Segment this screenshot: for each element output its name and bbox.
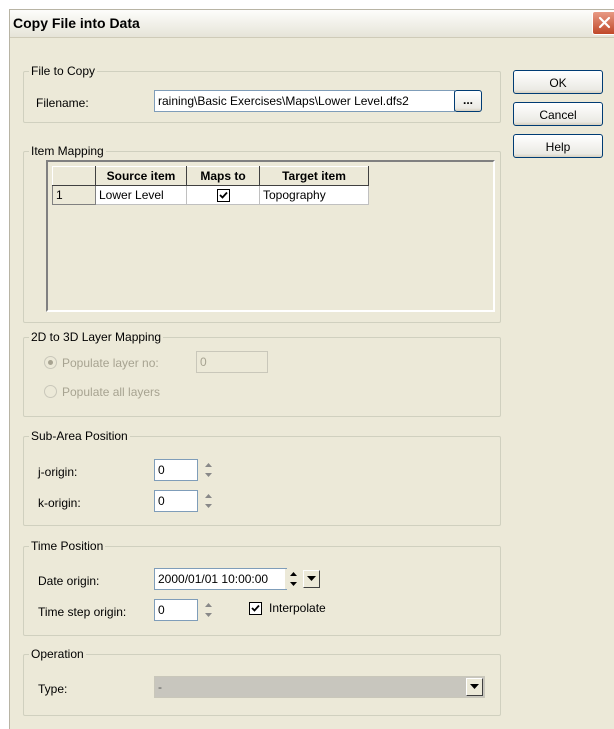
browse-button[interactable]: ... [454,90,482,112]
spin-up-icon [205,603,212,607]
filename-input[interactable]: raining\Basic Exercises\Maps\Lower Level… [154,90,455,112]
interpolate-label: Interpolate [269,601,326,615]
time-step-down[interactable] [200,610,217,620]
grid-corner-header [52,166,96,186]
close-icon [598,16,611,29]
time-position-legend: Time Position [31,539,104,553]
date-origin-up[interactable] [285,569,302,579]
j-origin-up[interactable] [200,460,217,470]
time-step-spinner[interactable] [200,600,217,620]
j-origin-input[interactable]: 0 [154,459,198,481]
checkmark-icon [251,604,260,612]
spin-down-icon [205,504,212,508]
spin-down-icon [205,473,212,477]
target-item-cell[interactable]: Topography [259,185,369,205]
cancel-button-label: Cancel [539,108,577,122]
k-origin-label: k-origin: [38,496,81,510]
maps-to-cell[interactable] [186,185,260,205]
date-origin-down[interactable] [285,579,302,589]
k-origin-spinner[interactable] [200,491,217,511]
operation-type-dropdown[interactable] [466,678,483,696]
column-header-source-item[interactable]: Source item [95,166,187,186]
close-button[interactable] [592,11,614,35]
cancel-button[interactable]: Cancel [513,102,603,126]
column-header-target-item[interactable]: Target item [259,166,369,186]
date-picker-dropdown[interactable] [303,570,320,588]
layer-mapping-group: 2D to 3D Layer Mapping [23,330,501,417]
table-row[interactable]: 1 Lower Level Topography [52,185,369,205]
populate-layer-label: Populate layer no: [62,356,159,370]
k-origin-input[interactable]: 0 [154,490,198,512]
spin-down-icon [290,582,297,586]
chevron-down-icon [307,576,316,581]
operation-type-select[interactable]: - [154,676,485,698]
copy-file-dialog: Copy File into Data File to Copy Filenam… [9,9,614,729]
date-origin-label: Date origin: [38,574,100,588]
grid-header-row: Source item Maps to Target item [52,166,369,186]
item-mapping-grid[interactable]: Source item Maps to Target item 1 Lower … [46,160,495,312]
dialog-title: Copy File into Data [13,15,140,31]
j-origin-down[interactable] [200,470,217,480]
spin-up-icon [290,572,297,576]
ok-button[interactable]: OK [513,70,603,94]
operation-legend: Operation [31,647,84,661]
operation-type-label: Type: [38,682,68,696]
date-origin-spinner[interactable] [285,569,302,589]
file-to-copy-legend: File to Copy [31,64,96,78]
source-item-cell[interactable]: Lower Level [95,185,187,205]
item-mapping-legend: Item Mapping [31,144,104,158]
sub-area-group: Sub-Area Position [23,429,501,526]
column-header-maps-to[interactable]: Maps to [186,166,260,186]
spin-up-icon [205,463,212,467]
time-step-origin-label: Time step origin: [38,605,127,619]
interpolate-checkbox[interactable] [249,602,262,615]
layer-mapping-legend: 2D to 3D Layer Mapping [31,330,162,344]
ok-button-label: OK [549,76,567,90]
maps-to-checkbox[interactable] [216,189,230,202]
spin-down-icon [205,613,212,617]
title-bar: Copy File into Data [10,10,614,38]
j-origin-spinner[interactable] [200,460,217,480]
browse-button-label: ... [462,93,473,107]
time-step-up[interactable] [200,600,217,610]
populate-layer-radio[interactable] [44,356,57,369]
populate-all-label: Populate all layers [62,385,161,399]
filename-label: Filename: [36,96,89,110]
time-step-origin-input[interactable]: 0 [154,599,198,621]
spin-up-icon [205,494,212,498]
help-button-label: Help [545,140,571,154]
help-button[interactable]: Help [513,134,603,158]
k-origin-down[interactable] [200,501,217,511]
sub-area-legend: Sub-Area Position [31,429,128,443]
chevron-down-icon [470,684,479,689]
date-origin-input[interactable]: 2000/01/01 10:00:00 [154,568,287,590]
layer-number-input[interactable]: 0 [196,351,268,373]
k-origin-up[interactable] [200,491,217,501]
radio-selected-dot [48,360,53,365]
populate-all-radio[interactable] [44,385,57,398]
item-mapping-table: Source item Maps to Target item 1 Lower … [52,166,369,205]
checkmark-icon [218,191,228,199]
j-origin-label: j-origin: [38,465,78,479]
row-number: 1 [52,185,96,205]
